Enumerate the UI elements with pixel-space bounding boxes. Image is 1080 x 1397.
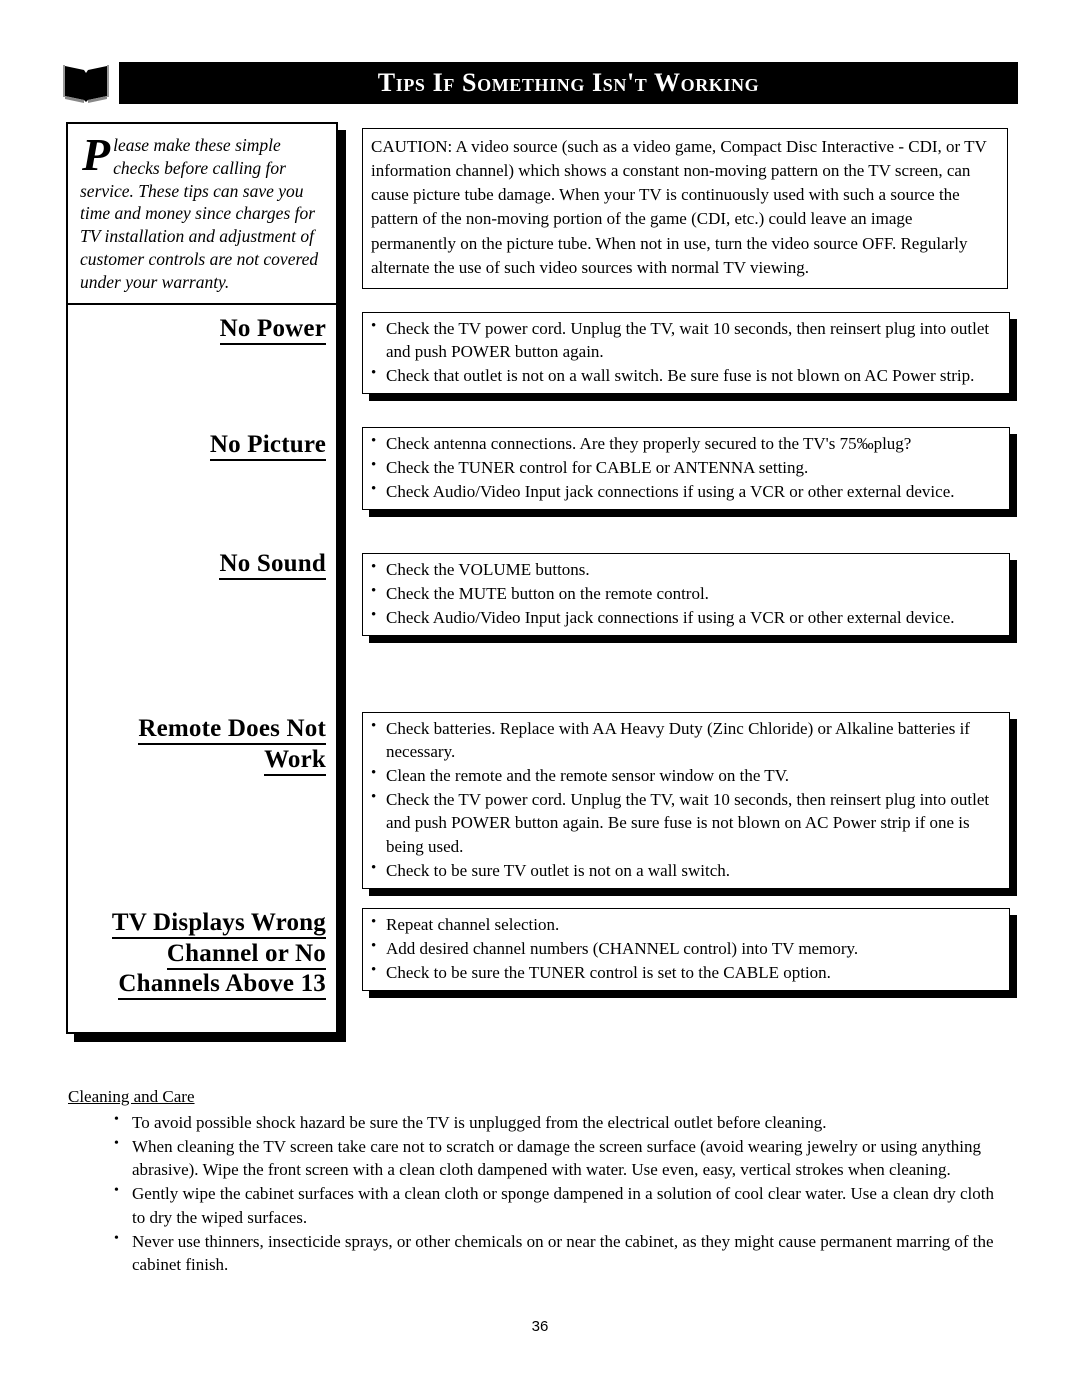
intro-dropcap: P [82,129,111,180]
list-item: Clean the remote and the remote sensor w… [369,763,1003,787]
list-item: Check the TV power cord. Unplug the TV, … [369,316,1003,363]
list-item: Check the VOLUME buttons. [369,557,1003,581]
list-item: Add desired channel numbers (CHANNEL con… [369,936,1003,960]
list-item: Gently wipe the cabinet surfaces with a … [112,1181,1008,1228]
list-item: Check to be sure TV outlet is not on a w… [369,858,1003,882]
list-item: Check that outlet is not on a wall switc… [369,363,1003,387]
list-item: Check the MUTE button on the remote cont… [369,581,1003,605]
tips-box-remote-does-not-work: Check batteries. Replace with AA Heavy D… [362,712,1010,889]
intro-text: lease make these simple checks before ca… [80,135,319,292]
tips-box-no-picture: Check antenna connections. Are they prop… [362,427,1010,511]
cleaning-and-care-title: Cleaning and Care [68,1087,195,1106]
section-heading-no-picture: No Picture [76,430,326,461]
cleaning-and-care-section: Cleaning and Care To avoid possible shoc… [68,1085,1008,1277]
caution-box: CAUTION: A video source (such as a video… [362,128,1008,289]
tips-list-tv-displays-wrong-channel: Repeat channel selection. Add desired ch… [369,912,1003,984]
page-number: 36 [531,1318,549,1335]
list-item: Check to be sure the TUNER control is se… [369,960,1003,984]
list-item: Check antenna connections. Are they prop… [369,431,1003,455]
section-heading-remote-does-not-work: Remote Does Not Work [76,714,326,776]
tips-box-no-power: Check the TV power cord. Unplug the TV, … [362,312,1010,395]
tips-list-no-power: Check the TV power cord. Unplug the TV, … [369,316,1003,387]
intro-paragraph: Please make these simple checks before c… [68,124,336,306]
list-item: Never use thinners, insecticide sprays, … [112,1229,1008,1276]
cleaning-and-care-list: To avoid possible shock hazard be sure t… [68,1110,1008,1276]
page-title-bar: Tips If Something Isn't Working [119,62,1018,104]
list-item: Repeat channel selection. [369,912,1003,936]
list-item: Check the TV power cord. Unplug the TV, … [369,787,1003,857]
list-item: Check batteries. Replace with AA Heavy D… [369,716,1003,763]
section-heading-no-power: No Power [76,314,326,345]
section-heading-no-sound: No Sound [76,549,326,580]
tips-box-tv-displays-wrong-channel: Repeat channel selection. Add desired ch… [362,908,1010,992]
open-book-icon [62,60,110,104]
left-headings-panel: Please make these simple checks before c… [66,122,338,1034]
tips-list-remote-does-not-work: Check batteries. Replace with AA Heavy D… [369,716,1003,882]
caution-text: CAUTION: A video source (such as a video… [371,137,987,277]
list-item: When cleaning the TV screen take care no… [112,1134,1008,1181]
list-item: Check Audio/Video Input jack connections… [369,605,1003,629]
tips-list-no-picture: Check antenna connections. Are they prop… [369,431,1003,503]
page-header: Tips If Something Isn't Working [62,60,1018,108]
list-item: Check Audio/Video Input jack connections… [369,479,1003,503]
list-item: To avoid possible shock hazard be sure t… [112,1110,1008,1134]
section-heading-tv-displays-wrong-channel: TV Displays Wrong Channel or No Channels… [76,908,326,1000]
tips-box-no-sound: Check the VOLUME buttons. Check the MUTE… [362,553,1010,637]
tips-list-no-sound: Check the VOLUME buttons. Check the MUTE… [369,557,1003,629]
list-item: Check the TUNER control for CABLE or ANT… [369,455,1003,479]
page-title: Tips If Something Isn't Working [377,68,760,97]
